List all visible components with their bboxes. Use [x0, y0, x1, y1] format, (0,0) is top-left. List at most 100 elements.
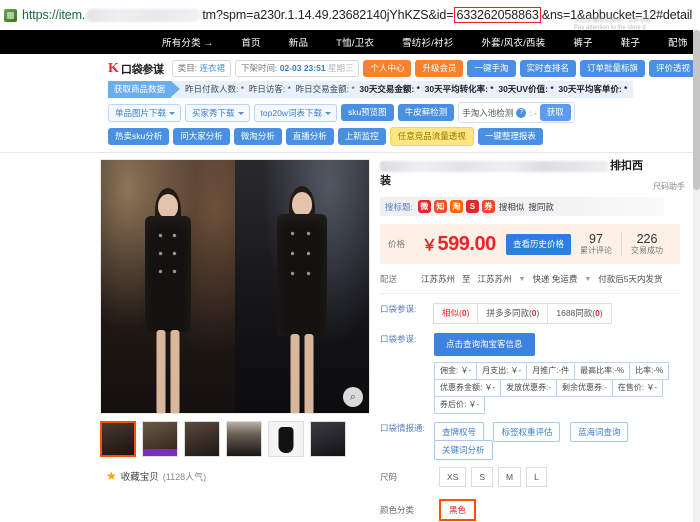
weibo-search-icon[interactable]: 微: [418, 200, 431, 213]
blue-ocean-word-button[interactable]: 蓝海词查询: [570, 422, 629, 442]
ship-to-word: 至: [462, 273, 471, 285]
shipping-row: 配送 江苏苏州 至 江苏苏州 ▼ 快递 免运费 ▼ 付款后5天内发货: [380, 273, 680, 294]
product-title-tail: 排扣西: [610, 160, 643, 172]
commission-chips: 佣金: ￥- 月支出: ￥- 月推广:-件 最高比率:-% 比率:-% 优惠券金…: [434, 362, 684, 413]
metric-2: 昨日交易金额: *: [296, 84, 355, 94]
zhihu-search-icon[interactable]: 知: [434, 200, 447, 213]
review-insight-button[interactable]: 评价透视: [649, 60, 697, 77]
thumb-2[interactable]: [142, 421, 178, 457]
size-option-xs[interactable]: XS: [439, 467, 466, 487]
history-price-button[interactable]: 查看历史价格: [506, 234, 571, 255]
nav-item-tshirt[interactable]: T恤/卫衣: [322, 35, 388, 49]
upgrade-member-button[interactable]: 升级会员: [415, 60, 463, 77]
nav-item-all-categories[interactable]: 所有分类 →: [148, 35, 227, 49]
alibaba-same-tab[interactable]: 1688同款(0): [547, 303, 611, 324]
one-click-taobao-button[interactable]: 一键手淘: [467, 60, 515, 77]
search-title-row: 搜标题: 微 知 淘 S 券 搜相似 搜同款: [380, 197, 664, 216]
nav-item-shoes[interactable]: 鞋子: [607, 35, 654, 49]
nav-item-new[interactable]: 新品: [275, 35, 322, 49]
query-taobaoke-button[interactable]: 点击查询淘宝客信息: [434, 333, 535, 356]
product-info-panel: 排扣西 装 搜标题: 微 知 淘 S 券 搜相似 搜同款 价格 ￥599.00 …: [380, 159, 690, 521]
sales-label: 交易成功: [631, 246, 663, 256]
thumb-4[interactable]: [226, 421, 262, 457]
offshelf-time-pill[interactable]: 下架时间: 02-03 23:51 星期三: [235, 60, 359, 77]
advisor-similar-row: 口袋参谋: 相似(0) 拼多多同款(0) 1688同款(0): [380, 303, 690, 324]
sales-stat[interactable]: 226 交易成功: [621, 232, 672, 256]
taobao-search-icon[interactable]: 淘: [450, 200, 463, 213]
search-same-link[interactable]: 搜同款: [528, 201, 554, 213]
category-pill[interactable]: 类目: 连衣裙: [172, 60, 231, 77]
favorite-row[interactable]: ★ 收藏宝贝 (1128人气): [100, 469, 370, 483]
fetch-product-data-button[interactable]: 获取商品数据: [108, 81, 171, 98]
ask-everyone-analysis-button[interactable]: 问大家分析: [173, 128, 230, 145]
pool-check-fetch-button[interactable]: 获取: [540, 104, 571, 121]
ship-from: 江苏苏州: [421, 273, 455, 285]
weitao-analysis-button[interactable]: 微淘分析: [234, 128, 282, 145]
ship-to[interactable]: 江苏苏州: [478, 273, 512, 285]
price-label: 价格: [388, 238, 422, 250]
thumb-3[interactable]: [184, 421, 220, 457]
offshelf-value: 02-03 23:51: [280, 63, 326, 73]
live-analysis-button[interactable]: 直播分析: [286, 128, 334, 145]
toolbar-row-2: 单品图片下载 买家秀下载 top20w词表下载 sku预览图 牛皮藓检测 手淘入…: [0, 100, 700, 125]
top20w-wordlist-download-select[interactable]: top20w词表下载: [254, 104, 337, 122]
similar-tab[interactable]: 相似(0): [433, 303, 478, 324]
competitor-traffic-insight-button[interactable]: 任意竞品流量透视: [390, 127, 474, 146]
hot-sku-analysis-button[interactable]: 热卖sku分析: [108, 128, 169, 145]
check-brand-number-button[interactable]: 查牌权号: [434, 422, 484, 442]
star-icon: ★: [106, 470, 117, 482]
favorite-label: 收藏宝贝: [121, 469, 159, 483]
new-arrival-monitor-button[interactable]: 上新监控: [338, 128, 386, 145]
scrollbar-thumb[interactable]: [693, 30, 700, 190]
one-click-report-button[interactable]: 一键整理报表: [478, 128, 543, 145]
plugin-logo-text: 口袋参谋: [121, 61, 164, 77]
chevron-down-icon-method[interactable]: ▼: [584, 276, 591, 283]
chip-after-coupon-price: 券后价: ￥-: [434, 396, 485, 414]
pdd-same-tab[interactable]: 拼多多同款(0): [477, 303, 548, 324]
plugin-toolbar: K 口袋参谋 类目: 连衣裙 下架时间: 02-03 23:51 星期三 个人中…: [0, 54, 700, 153]
psoriasis-detect-button[interactable]: 牛皮藓检测: [398, 104, 455, 121]
chip-coupon-remaining: 剩余优惠券:-: [556, 379, 613, 397]
metric-3: 30天交易金额: *: [359, 84, 419, 94]
nav-item-home[interactable]: 首页: [227, 35, 274, 49]
tag-weight-eval-button[interactable]: 标签权重评估: [493, 422, 560, 442]
intel-buttons: 查牌权号 标签权重评估 蓝海词查询 关键词分析: [434, 422, 690, 458]
realtime-rank-button[interactable]: 实时查排名: [520, 60, 577, 77]
color-row: 颜色分类 黑色: [380, 499, 690, 521]
nav-item-chiffon[interactable]: 雪纺衫/衬衫: [388, 35, 467, 49]
buyer-show-download-select[interactable]: 买家秀下载: [185, 104, 250, 122]
zoom-icon[interactable]: ⌕: [343, 387, 363, 407]
size-option-s[interactable]: S: [471, 467, 493, 487]
single-image-download-select[interactable]: 单品图片下载: [108, 104, 181, 122]
size-option-m[interactable]: M: [498, 467, 521, 487]
favorite-count: (1128人气): [163, 470, 206, 483]
metric-6: 30天平均客单价: *: [558, 84, 627, 94]
category-value: 连衣裙: [199, 63, 225, 73]
nav-item-coat[interactable]: 外套/风衣/西装: [467, 35, 559, 49]
metric-0: 昨日付款人数: *: [185, 84, 244, 94]
personal-center-button[interactable]: 个人中心: [363, 60, 411, 77]
product-main-photo[interactable]: ⌕: [100, 159, 370, 414]
size-option-l[interactable]: L: [526, 467, 547, 487]
review-label: 累计评论: [580, 246, 612, 256]
help-icon[interactable]: ?: [516, 108, 526, 118]
review-stat[interactable]: 97 累计评论: [571, 232, 621, 256]
batch-order-flag-button[interactable]: 订单批量标旗: [580, 60, 645, 77]
thumb-1[interactable]: [100, 421, 136, 457]
size-helper-link[interactable]: 尺码助手: [653, 181, 685, 192]
search-similar-link[interactable]: 搜相似: [499, 201, 525, 213]
price-amount: 599.00: [438, 233, 496, 255]
sku-preview-button[interactable]: sku预览图: [341, 104, 394, 121]
thumb-5[interactable]: [268, 421, 304, 457]
url-protocol: https://item.: [22, 8, 85, 22]
chip-commission: 佣金: ￥-: [434, 362, 477, 380]
page-scrollbar[interactable]: [693, 30, 700, 522]
color-option-black[interactable]: 黑色: [439, 499, 476, 521]
shop-search-icon[interactable]: S: [466, 200, 479, 213]
gift-search-icon[interactable]: 券: [482, 200, 495, 213]
chevron-down-icon-ship[interactable]: ▼: [519, 276, 526, 283]
thumb-6[interactable]: [310, 421, 346, 457]
nav-item-pants[interactable]: 裤子: [559, 35, 606, 49]
keyword-analysis-button[interactable]: 关键词分析: [434, 440, 493, 460]
search-title-label: 搜标题:: [385, 201, 413, 213]
